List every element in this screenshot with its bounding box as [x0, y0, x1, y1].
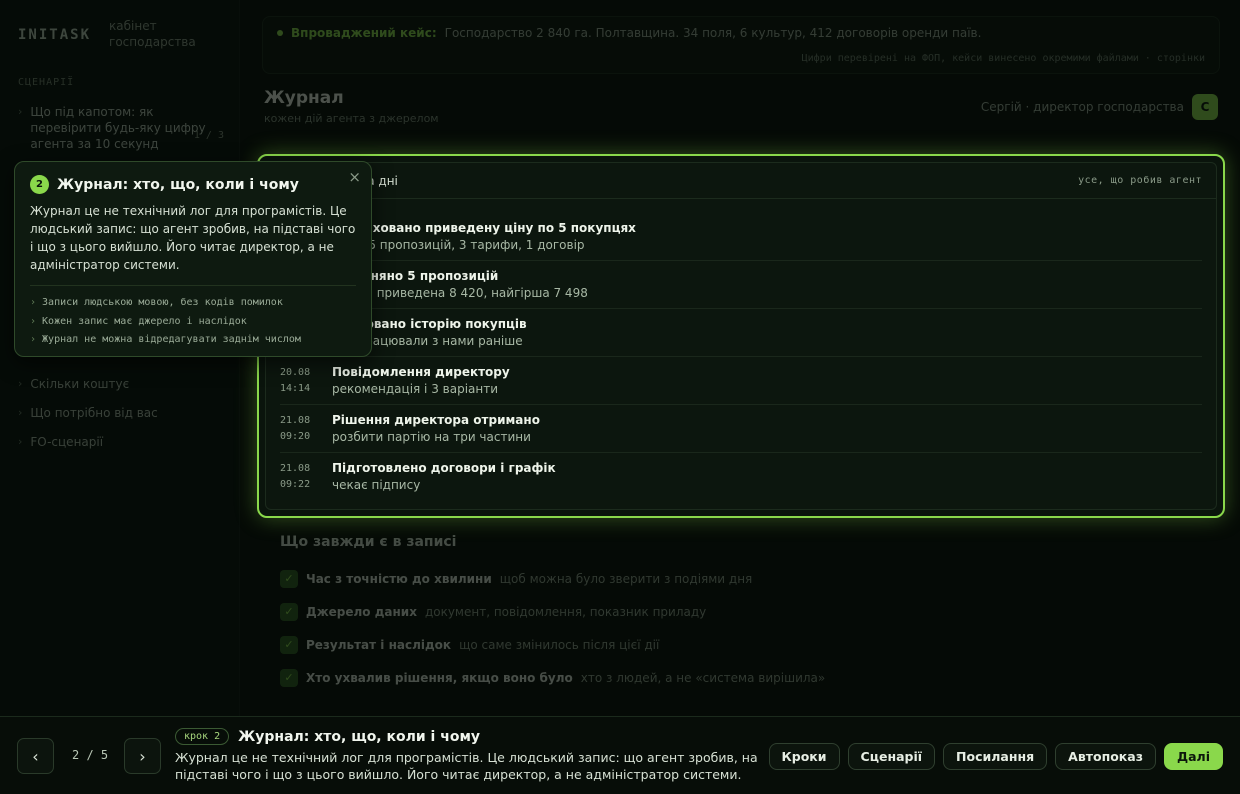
- item-desc: щоб можна було зверити з подіями дня: [499, 571, 753, 586]
- prev-button[interactable]: ‹: [17, 738, 54, 774]
- journal-entry: 21.08 09:20 Рішення директора отримано р…: [280, 405, 1202, 453]
- journal-panel: Журнал за два дні усе, що робив агент Ро…: [257, 154, 1225, 518]
- brand: INITASK кабінет господарства: [18, 18, 219, 50]
- steps-button[interactable]: Кроки: [768, 743, 840, 770]
- entry-detail: рекомендація і 3 варіанти: [332, 381, 499, 396]
- item-bold: Час з точністю до хвилини: [306, 571, 492, 586]
- entry-time: 14:14: [280, 382, 311, 394]
- step-description: Журнал це не технічний лог для програміс…: [175, 750, 758, 782]
- chevron-right-icon: ›: [18, 105, 23, 118]
- sidebar: INITASK кабінет господарства СЦЕНАРІЇ › …: [0, 0, 240, 716]
- tour-actions: Кроки Сценарії Посилання Автопоказ Далі: [768, 743, 1223, 770]
- entry-title: Підготовлено договори і графік: [332, 461, 556, 475]
- entry-detail: чекає підпису: [332, 478, 421, 492]
- journal-entry: Розраховано приведену ціну по 5 покупцях…: [280, 213, 1202, 261]
- entry-detail: розбити партію на три частини: [332, 429, 531, 444]
- sidebar-section-label: СЦЕНАРІЇ: [18, 77, 75, 88]
- case-subtext: Цифри перевірені на ФОП, кейси винесено …: [801, 53, 1205, 64]
- entry-title: Розраховано приведену ціну по 5 покупцях: [332, 220, 636, 235]
- chevron-right-icon: ›: [30, 297, 37, 308]
- divider: [30, 285, 356, 286]
- sidebar-item-label: Скільки коштує: [30, 376, 130, 391]
- avatar: С: [1192, 94, 1218, 120]
- journal-header: Журнал за два дні усе, що робив агент: [266, 163, 1216, 199]
- step-counter: 2 / 5: [72, 748, 109, 762]
- page-title: Журнал: [264, 88, 344, 108]
- journal-entry: Порівняно 5 пропозицій краща приведена 8…: [280, 261, 1202, 309]
- scenarios-button[interactable]: Сценарії: [847, 743, 936, 770]
- case-label: Впроваджений кейс:: [291, 26, 437, 40]
- sidebar-item-label: Що потрібно від вас: [30, 405, 158, 420]
- entry-date: 21.08: [280, 414, 311, 426]
- chevron-right-icon: ›: [18, 406, 23, 419]
- tooltip-title: Журнал: хто, що, коли і чому: [57, 176, 299, 193]
- brand-subtitle: кабінет господарства: [109, 19, 196, 49]
- entry-title: Повідомлення директору: [332, 364, 510, 379]
- case-banner: Впроваджений кейс: Господарство 2 840 га…: [262, 16, 1220, 74]
- entry-timestamp: 21.08 09:20: [280, 413, 332, 445]
- item-bold: Хто ухвалив рішення, якщо воно було: [306, 670, 573, 685]
- journal-entry: 21.08 09:22 Підготовлено договори і граф…: [280, 453, 1202, 501]
- journal-entry: Враховано історію покупців хто працювали…: [280, 309, 1202, 357]
- entry-timestamp: 21.08 09:22: [280, 461, 332, 493]
- sidebar-item-question[interactable]: › Що під капотом: як перевірити будь-яку…: [18, 104, 228, 152]
- sidebar-item-cost[interactable]: › Скільки коштує: [18, 369, 158, 398]
- tooltip-body: Журнал це не технічний лог для програміс…: [30, 204, 356, 272]
- case-text: Господарство 2 840 га. Полтавщина. 34 по…: [444, 26, 982, 40]
- check-icon: ✓: [280, 668, 298, 687]
- always-in-record-section: Що завжди є в записі ✓ Час з точністю до…: [280, 534, 825, 694]
- check-icon: ✓: [280, 602, 298, 621]
- list-item: ✓ Джерело даних документ, повідомлення, …: [280, 595, 825, 628]
- sidebar-item-requirements[interactable]: › Що потрібно від вас: [18, 398, 158, 427]
- item-desc: хто з людей, а не «система вирішила»: [580, 670, 826, 685]
- chevron-right-icon: ›: [18, 377, 23, 390]
- chevron-right-icon: ›: [18, 435, 23, 448]
- entry-time: 09:20: [280, 430, 311, 442]
- tour-bottom-bar: ‹ 2 / 5 › крок 2 Журнал: хто, що, коли і…: [0, 716, 1240, 794]
- sidebar-list: › Скільки коштує › Що потрібно від вас ›…: [18, 369, 158, 456]
- brand-logo: INITASK: [18, 27, 92, 43]
- step-number-badge: 2: [30, 175, 49, 194]
- tooltip-bullet: › Записи людською мовою, без кодів помил…: [30, 294, 356, 313]
- next-button[interactable]: Далі: [1163, 743, 1223, 770]
- user-info[interactable]: Сергій · директор господарства С: [981, 94, 1218, 120]
- entry-date: 21.08: [280, 463, 311, 474]
- links-button[interactable]: Посилання: [943, 743, 1048, 770]
- page-subtitle: кожен дій агента з джерелом: [264, 112, 439, 125]
- entry-date: 20.08: [280, 366, 311, 378]
- step-pill: крок 2: [175, 728, 230, 745]
- entry-detail: база: 5 пропозицій, 3 тарифи, 1 договір: [332, 237, 585, 252]
- journal-list: Розраховано приведену ціну по 5 покупцях…: [266, 199, 1216, 501]
- check-icon: ✓: [280, 635, 298, 654]
- status-dot-icon: [277, 30, 283, 36]
- item-bold: Джерело даних: [306, 604, 417, 619]
- item-desc: документ, повідомлення, показник приладу: [424, 604, 707, 619]
- chevron-right-icon: ›: [30, 315, 37, 327]
- sidebar-item-fo-scenarios[interactable]: › FO-сценарії: [18, 427, 158, 456]
- sidebar-item-label: FO-сценарії: [30, 434, 104, 449]
- next-arrow-button[interactable]: ›: [124, 738, 161, 774]
- entry-timestamp: 20.08 14:14: [280, 365, 332, 397]
- check-icon: ✓: [280, 569, 298, 588]
- autoplay-button[interactable]: Автопоказ: [1055, 743, 1156, 770]
- item-desc: що саме змінилось після цієї дії: [459, 637, 660, 652]
- sidebar-item-count: 1 / 3: [193, 130, 224, 141]
- list-item: ✓ Час з точністю до хвилини щоб можна бу…: [280, 562, 825, 595]
- chevron-right-icon: ›: [30, 334, 37, 345]
- item-bold: Результат і наслідок: [306, 637, 452, 652]
- list-item: ✓ Результат і наслідок що саме змінилось…: [280, 628, 825, 661]
- entry-time: 09:22: [280, 479, 311, 490]
- journal-caption: усе, що робив агент: [1078, 175, 1202, 186]
- section-title: Що завжди є в записі: [280, 534, 457, 550]
- tooltip-bullet: › Журнал не можна відредагувати заднім ч…: [30, 331, 356, 350]
- tooltip-bullet: › Кожен запис має джерело і наслідок: [30, 313, 356, 332]
- close-icon[interactable]: ×: [348, 168, 361, 186]
- list-item: ✓ Хто ухвалив рішення, якщо воно було хт…: [280, 661, 825, 694]
- entry-title: Рішення директора отримано: [332, 412, 540, 427]
- step-title: Журнал: хто, що, коли і чому: [238, 728, 481, 745]
- user-name: Сергій · директор господарства: [980, 100, 1184, 114]
- tour-tooltip: 2 Журнал: хто, що, коли і чому × Журнал …: [14, 161, 372, 357]
- journal-entry: 20.08 14:14 Повідомлення директору реком…: [280, 357, 1202, 405]
